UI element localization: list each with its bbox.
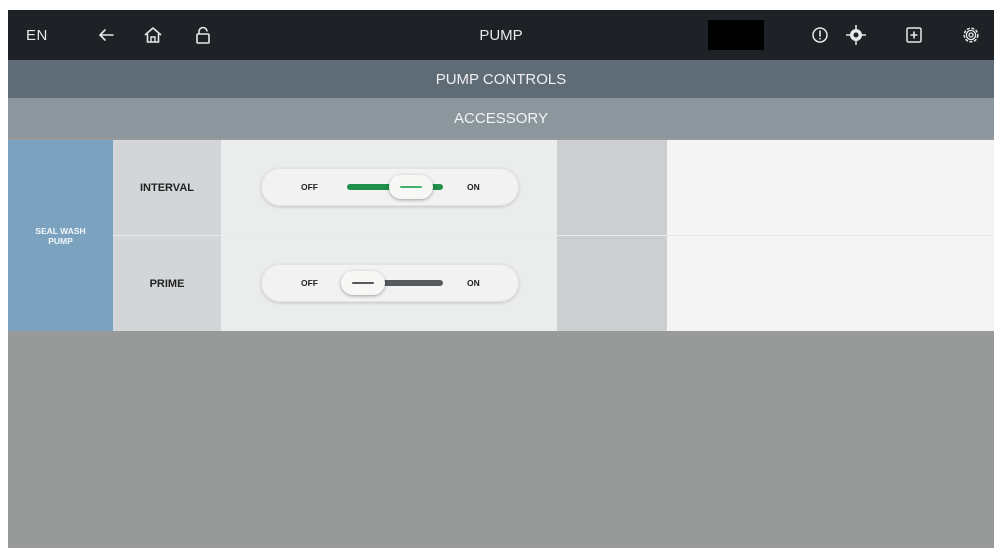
lock-icon bbox=[195, 26, 211, 45]
empty-panel-area bbox=[8, 331, 994, 548]
knob-indicator bbox=[352, 282, 374, 284]
alert-button[interactable] bbox=[808, 10, 832, 60]
toggle-on-label: ON bbox=[467, 278, 480, 288]
target-button[interactable] bbox=[842, 10, 870, 60]
interval-spacer bbox=[557, 140, 667, 235]
toggle-off-label: OFF bbox=[301, 278, 318, 288]
row-label-text: PRIME bbox=[149, 277, 185, 290]
toggle-knob[interactable] bbox=[341, 271, 385, 295]
back-button[interactable] bbox=[92, 10, 120, 60]
back-arrow-icon bbox=[97, 28, 115, 42]
toggle-knob[interactable] bbox=[389, 175, 433, 199]
pump-controls-header: PUMP CONTROLS bbox=[8, 60, 994, 98]
prime-label: PRIME bbox=[113, 236, 221, 331]
interval-toggle[interactable]: OFF ON bbox=[261, 168, 519, 206]
knob-indicator bbox=[400, 186, 422, 188]
interval-label: INTERVAL bbox=[113, 140, 221, 235]
prime-toggle[interactable]: OFF ON bbox=[261, 264, 519, 302]
toggle-off-label: OFF bbox=[301, 182, 318, 192]
add-button[interactable] bbox=[902, 10, 926, 60]
accessory-title: ACCESSORY bbox=[454, 109, 548, 127]
interval-empty-cell bbox=[667, 140, 994, 235]
interval-control-cell: OFF ON bbox=[221, 140, 557, 235]
home-icon bbox=[143, 26, 163, 44]
settings-icon bbox=[961, 25, 981, 45]
add-box-icon bbox=[905, 26, 923, 44]
row-label-text: INTERVAL bbox=[140, 181, 194, 194]
prime-spacer bbox=[557, 236, 667, 331]
target-icon bbox=[845, 24, 867, 46]
top-bar: EN PUMP bbox=[8, 10, 994, 60]
home-button[interactable] bbox=[138, 10, 168, 60]
alert-icon bbox=[811, 26, 829, 44]
accessory-panel: SEAL WASH PUMP INTERVAL OFF ON PRIME OFF… bbox=[8, 140, 994, 331]
prime-control-cell: OFF ON bbox=[221, 236, 557, 331]
app-frame: EN PUMP PUMP CONTROLS ACCESSORY SEAL WAS… bbox=[8, 10, 994, 548]
seal-wash-pump-group: SEAL WASH PUMP bbox=[8, 140, 113, 331]
language-selector[interactable]: EN bbox=[26, 10, 48, 60]
toggle-on-label: ON bbox=[467, 182, 480, 192]
prime-empty-cell bbox=[667, 236, 994, 331]
page-title-text: PUMP bbox=[479, 26, 523, 44]
group-label: SEAL WASH PUMP bbox=[35, 225, 86, 246]
accessory-tab[interactable]: ACCESSORY bbox=[8, 98, 994, 138]
redacted-field bbox=[708, 20, 764, 50]
pump-controls-title: PUMP CONTROLS bbox=[435, 70, 567, 88]
language-label: EN bbox=[26, 26, 48, 44]
lock-button[interactable] bbox=[191, 10, 215, 60]
settings-button[interactable] bbox=[958, 10, 984, 60]
